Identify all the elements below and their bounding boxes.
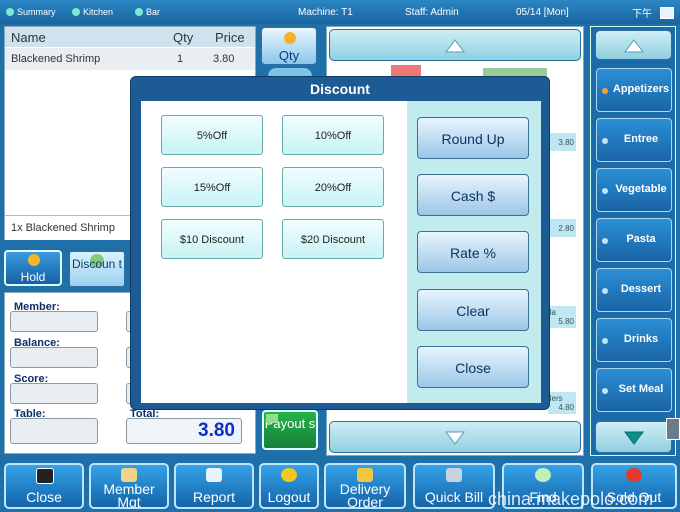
clear-button[interactable]: Clear	[417, 289, 529, 331]
logout-button[interactable]: Logout	[259, 463, 319, 509]
column-price: Price	[215, 30, 245, 45]
dot-icon	[602, 138, 608, 144]
category-vegetable[interactable]: Vegetable	[596, 168, 672, 212]
category-scroll-up-button[interactable]	[595, 30, 672, 60]
quick-bill-button[interactable]: Quick Bill	[413, 463, 495, 509]
order-row[interactable]: Blackened Shrimp 1 3.80	[5, 48, 255, 70]
member-field[interactable]	[10, 311, 98, 332]
payout-button[interactable]: Payout s	[262, 410, 318, 450]
selected-dot-icon	[602, 88, 608, 94]
round-decoration	[268, 68, 312, 76]
staff-label: Staff: Admin	[405, 7, 459, 18]
money-icon	[266, 414, 278, 423]
smiley-icon	[281, 468, 297, 482]
menu-price: 3.80	[548, 133, 576, 151]
category-dessert[interactable]: Dessert	[596, 268, 672, 312]
power-icon	[36, 468, 54, 484]
menu-price-block: llers 4.80	[548, 392, 576, 414]
category-entree[interactable]: Entree	[596, 118, 672, 162]
delivery-icon	[357, 468, 373, 482]
discount-10-dollar-button[interactable]: $10 Discount	[161, 219, 263, 259]
menu-price: 4.80	[558, 403, 574, 412]
tab-summary[interactable]: Summary	[6, 7, 56, 17]
qty-icon	[284, 32, 296, 44]
menu-scroll-down-button[interactable]	[329, 421, 581, 453]
item-qty: 1	[177, 53, 184, 65]
discount-15-button[interactable]: 15%Off	[161, 167, 263, 207]
discount-10-button[interactable]: 10%Off	[282, 115, 384, 155]
screen-icon[interactable]	[660, 7, 674, 19]
chevron-down-icon	[445, 431, 465, 445]
search-icon	[535, 468, 551, 482]
close-dialog-button[interactable]: Close	[417, 346, 529, 388]
column-qty: Qty	[173, 30, 194, 45]
rate-button[interactable]: Rate %	[417, 231, 529, 273]
tab-kitchen[interactable]: Kitchen	[72, 7, 113, 17]
category-scroll-down-button[interactable]	[595, 421, 672, 453]
report-icon	[206, 468, 222, 482]
category-drinks[interactable]: Drinks	[596, 318, 672, 362]
menu-item-name-fragment: lla	[548, 308, 557, 317]
total-value: 3.80	[126, 418, 242, 444]
score-field[interactable]	[10, 383, 98, 404]
member-mgt-button[interactable]: Member Mgt	[89, 463, 169, 509]
side-handle[interactable]	[666, 418, 680, 440]
order-header: Name Qty Price	[5, 27, 255, 47]
status-dot-icon	[72, 8, 80, 16]
menu-price: 5.80	[558, 317, 574, 326]
machine-label: Machine: T1	[298, 7, 353, 18]
menu-scroll-up-button[interactable]	[329, 29, 581, 61]
cash-button[interactable]: Cash $	[417, 174, 529, 216]
column-name: Name	[11, 30, 46, 45]
dot-icon	[602, 188, 608, 194]
category-appetizers[interactable]: Appetizers	[596, 68, 672, 112]
close-button[interactable]: Close	[4, 463, 84, 509]
dot-icon	[602, 238, 608, 244]
discount-dialog: Discount 5%Off 10%Off 15%Off 20%Off $10 …	[130, 76, 550, 410]
hold-button[interactable]: Hold	[4, 250, 62, 286]
tab-bar[interactable]: Bar	[135, 7, 160, 17]
chevron-down-icon	[623, 431, 644, 445]
chevron-up-icon	[445, 39, 465, 53]
status-bar: Summary Kitchen Bar Machine: T1 Staff: A…	[0, 0, 680, 24]
discount-20-dollar-button[interactable]: $20 Discount	[282, 219, 384, 259]
discount-button[interactable]: Discoun t	[68, 250, 126, 288]
dot-icon	[602, 288, 608, 294]
delivery-order-button[interactable]: Delivery Order	[324, 463, 406, 509]
category-pasta[interactable]: Pasta	[596, 218, 672, 262]
menu-price: 2.80	[548, 219, 576, 237]
stop-icon	[626, 468, 642, 482]
item-price: 3.80	[213, 53, 235, 65]
member-icon	[121, 468, 137, 482]
round-up-button[interactable]: Round Up	[417, 117, 529, 159]
discount-20-button[interactable]: 20%Off	[282, 167, 384, 207]
status-dot-icon	[6, 8, 14, 16]
status-dot-icon	[135, 8, 143, 16]
balance-field[interactable]	[10, 347, 98, 368]
discount-5-button[interactable]: 5%Off	[161, 115, 263, 155]
calculator-icon	[446, 468, 462, 482]
watermark: china.makepolo.com	[488, 489, 654, 509]
date-label: 05/14 [Mon]	[516, 7, 569, 18]
dot-icon	[602, 338, 608, 344]
time-label: 下午	[632, 9, 652, 20]
dialog-title: Discount	[310, 81, 370, 97]
menu-price-block: lla 5.80	[548, 306, 576, 328]
report-button[interactable]: Report	[174, 463, 254, 509]
category-set-meal[interactable]: Set Meal	[596, 368, 672, 412]
item-name: Blackened Shrimp	[11, 53, 101, 65]
discount-presets-panel: 5%Off 10%Off 15%Off 20%Off $10 Discount …	[141, 101, 407, 403]
discount-actions-panel: Round Up Cash $ Rate % Clear Close	[407, 101, 541, 403]
dot-icon	[602, 388, 608, 394]
menu-item-name-fragment: llers	[548, 394, 563, 403]
qty-button[interactable]: Qty	[260, 26, 318, 66]
alert-icon	[28, 254, 40, 266]
chevron-up-icon	[623, 39, 644, 53]
table-field[interactable]	[10, 418, 98, 444]
